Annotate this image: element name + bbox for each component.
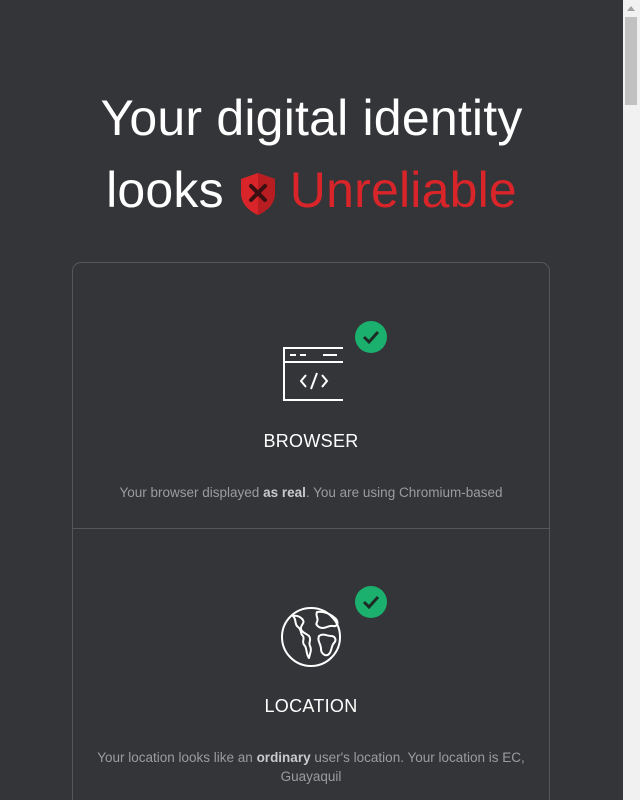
location-title: LOCATION [264, 696, 358, 716]
check-circle-icon [355, 586, 387, 618]
page-headline: Your digital identity looks Unreliable [0, 82, 623, 226]
location-section: LOCATION Your location looks like an ord… [73, 528, 549, 800]
vertical-scrollbar[interactable] [623, 0, 640, 800]
scrollbar-thumb[interactable] [625, 17, 637, 105]
globe-icon [279, 606, 343, 667]
browser-code-icon [279, 345, 345, 405]
shield-x-icon [238, 164, 278, 215]
browser-title: BROWSER [263, 431, 359, 451]
headline-prefix: looks [106, 162, 224, 218]
location-description: Your location looks like an ordinary use… [97, 750, 525, 784]
browser-description: Your browser displayed as real. You are … [119, 485, 503, 500]
headline-line-2: looks Unreliable [0, 154, 623, 226]
identity-status: Unreliable [289, 162, 517, 218]
identity-card: BROWSER Your browser displayed as real. … [72, 262, 550, 800]
headline-line-1: Your digital identity [100, 90, 523, 146]
page: Your digital identity looks Unreliable B… [0, 0, 623, 800]
check-circle-icon [355, 321, 387, 353]
browser-section: BROWSER Your browser displayed as real. … [73, 263, 549, 529]
scroll-up-arrow-icon[interactable] [627, 6, 635, 11]
